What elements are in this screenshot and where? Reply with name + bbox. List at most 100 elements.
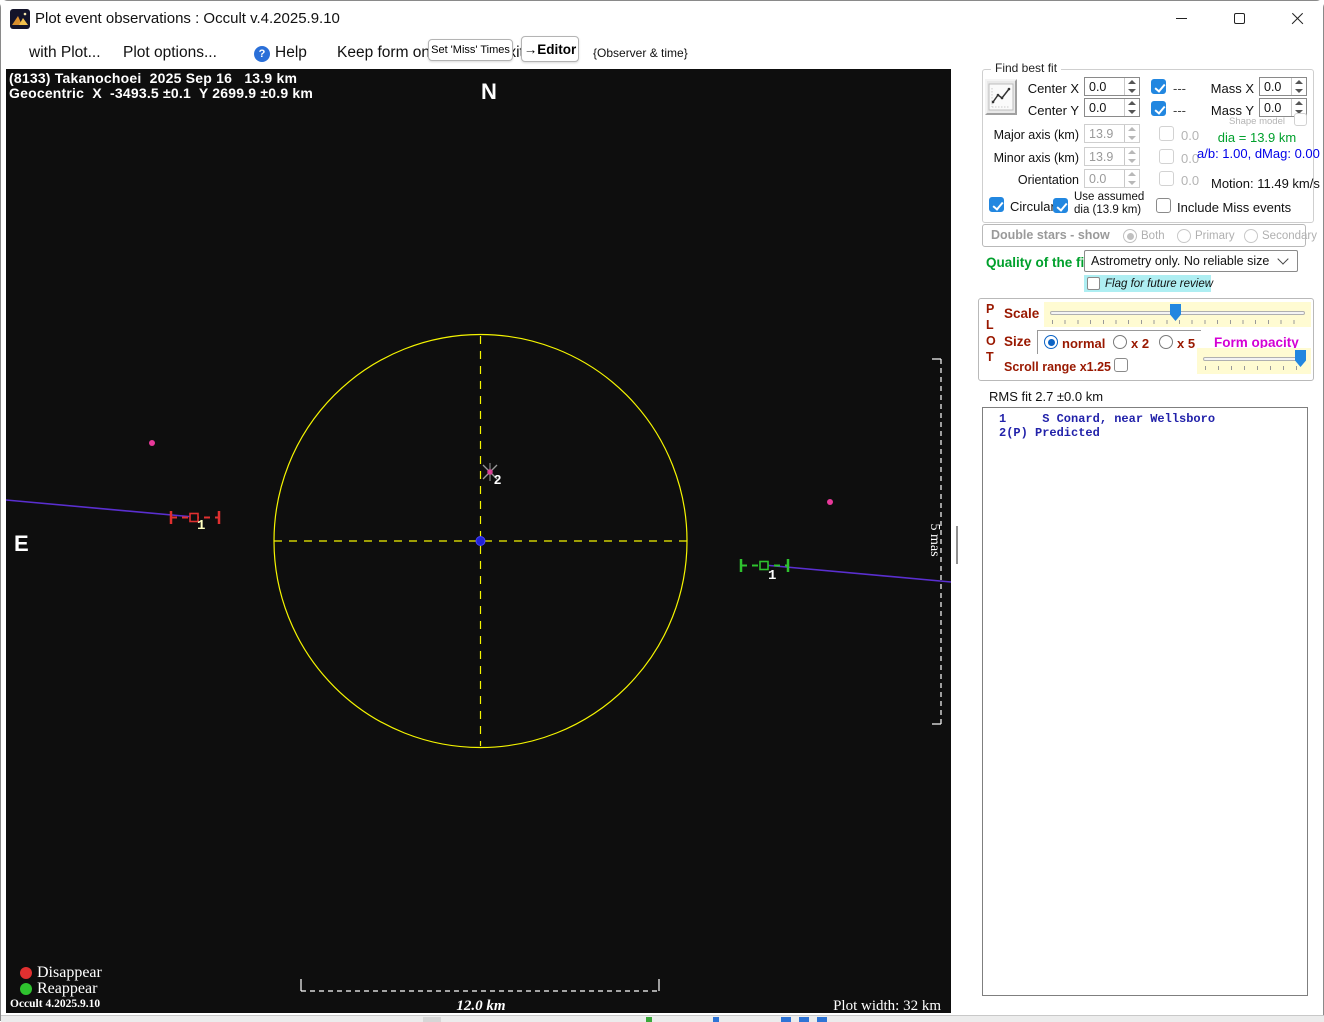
minimize-button[interactable] <box>1158 2 1204 35</box>
title-bar: Plot event observations : Occult v.4.202… <box>1 1 1323 37</box>
center-y-value[interactable]: 0.0 <box>1085 99 1124 116</box>
major-axis-fit-checkbox[interactable] <box>1159 126 1174 141</box>
mass-y-value[interactable]: 0.0 <box>1260 99 1291 116</box>
use-assumed-label-line2: dia (13.9 km) <box>1074 203 1142 216</box>
editor-button[interactable]: →Editor <box>521 36 579 62</box>
close-button[interactable] <box>1274 2 1320 35</box>
scale-label: Scale <box>1004 306 1040 321</box>
reappear-legend-dot <box>20 983 32 995</box>
orientation-spin-buttons[interactable] <box>1124 170 1139 187</box>
use-assumed-dia-checkbox[interactable] <box>1053 198 1068 213</box>
center-y-fit-checkbox[interactable] <box>1151 101 1166 116</box>
km-scale-bracket <box>300 979 660 992</box>
plot-letter-l: L <box>986 318 994 332</box>
double-both-label: Both <box>1141 230 1165 242</box>
menu-plot-options[interactable]: Plot options... <box>123 44 217 62</box>
minor-axis-spin-buttons[interactable] <box>1124 148 1139 165</box>
size-label: Size <box>1004 334 1032 349</box>
form-opacity-slider[interactable] <box>1197 348 1311 374</box>
minor-axis-fit-checkbox[interactable] <box>1159 149 1174 164</box>
chord2-number-label: 1 <box>768 568 777 584</box>
include-miss-label: Include Miss events <box>1177 200 1292 215</box>
double-secondary-radio[interactable] <box>1244 229 1258 243</box>
observation-row-1[interactable]: 1 S Conard, near Wellsboro <box>999 412 1215 426</box>
double-primary-label: Primary <box>1195 230 1235 242</box>
scale-slider-thumb[interactable] <box>1170 304 1181 321</box>
form-opacity-slider-track[interactable] <box>1203 357 1305 361</box>
taskbar-item[interactable] <box>817 1017 827 1022</box>
flag-review-label: Flag for future review <box>1105 278 1214 290</box>
chevron-down-icon <box>1277 253 1289 265</box>
double-stars-legend: Double stars - show <box>991 228 1110 242</box>
center-x-value[interactable]: 0.0 <box>1085 78 1124 95</box>
plot-letter-o: O <box>986 334 996 348</box>
size-normal-radio[interactable] <box>1044 335 1058 349</box>
diameter-text: dia = 13.9 km <box>1217 130 1297 145</box>
minor-axis-value[interactable]: 13.9 <box>1085 148 1124 165</box>
taskbar-item[interactable] <box>423 1017 441 1022</box>
double-secondary-label: Secondary <box>1262 230 1317 242</box>
plot-width-label: Plot width: 32 km <box>833 998 941 1014</box>
size-x5-label: x 5 <box>1177 336 1196 351</box>
reappear-legend-label: Reappear <box>37 980 98 997</box>
minor-axis-input[interactable]: 13.9 <box>1084 147 1140 166</box>
menu-help[interactable]: Help <box>275 44 307 62</box>
km-scale-label: 12.0 km <box>456 998 506 1014</box>
plot-canvas[interactable]: (8133) Takanochoei 2025 Sep 16 13.9 km G… <box>5 69 952 1014</box>
close-icon <box>1291 12 1304 25</box>
major-axis-input[interactable]: 13.9 <box>1084 124 1140 143</box>
taskbar-item[interactable] <box>646 1017 652 1022</box>
set-miss-times-button[interactable]: Set 'Miss' Times <box>428 39 513 61</box>
orientation-flag: 0.0 <box>1181 173 1200 188</box>
major-axis-value[interactable]: 13.9 <box>1085 125 1124 142</box>
mass-x-input[interactable]: 0.0 <box>1259 77 1307 96</box>
maximize-button[interactable] <box>1216 2 1262 35</box>
circular-checkbox[interactable] <box>989 197 1004 212</box>
circular-label: Circular <box>1010 199 1055 214</box>
size-x5-radio[interactable] <box>1159 335 1173 349</box>
orientation-input[interactable]: 0.0 <box>1084 169 1140 188</box>
shape-model-checkbox[interactable] <box>1294 113 1307 126</box>
quality-dropdown[interactable]: Astrometry only. No reliable size <box>1084 250 1298 272</box>
scale-slider[interactable] <box>1044 302 1311 327</box>
flag-review-checkbox[interactable] <box>1087 277 1100 290</box>
double-both-radio[interactable] <box>1123 229 1137 243</box>
center-y-input[interactable]: 0.0 <box>1084 98 1140 117</box>
window-title: Plot event observations : Occult v.4.202… <box>35 10 340 27</box>
mass-x-value[interactable]: 0.0 <box>1260 78 1291 95</box>
double-primary-radio[interactable] <box>1177 229 1191 243</box>
taskbar-item[interactable] <box>781 1017 791 1022</box>
taskbar-item[interactable] <box>799 1017 809 1022</box>
center-x-fit-checkbox[interactable] <box>1151 79 1166 94</box>
center-x-flag: --- <box>1173 81 1186 96</box>
plot-scrollbar-thumb[interactable] <box>956 526 958 564</box>
asteroid-circle <box>273 333 688 749</box>
scroll-range-checkbox[interactable] <box>1114 358 1128 372</box>
taskbar-item[interactable] <box>713 1017 719 1022</box>
major-axis-flag: 0.0 <box>1181 128 1200 143</box>
form-opacity-slider-thumb[interactable] <box>1295 350 1306 367</box>
plot-letter-t: T <box>986 350 994 364</box>
orientation-value[interactable]: 0.0 <box>1085 170 1124 187</box>
plot-title-line1: (8133) Takanochoei 2025 Sep 16 13.9 km <box>9 70 298 86</box>
include-miss-checkbox[interactable] <box>1156 198 1171 213</box>
app-window: Plot event observations : Occult v.4.202… <box>0 0 1324 1022</box>
orientation-fit-checkbox[interactable] <box>1159 171 1174 186</box>
size-normal-label: normal <box>1062 336 1106 351</box>
size-x2-radio[interactable] <box>1113 335 1127 349</box>
rms-fit-label: RMS fit 2.7 ±0.0 km <box>989 389 1104 404</box>
use-assumed-label-line1: Use assumed <box>1074 191 1145 203</box>
observations-listbox[interactable]: 1 S Conard, near Wellsboro 2(P) Predicte… <box>982 407 1308 996</box>
plot-graphics <box>5 333 952 992</box>
menu-with-plot[interactable]: with Plot... <box>29 44 101 62</box>
center-x-spin-buttons[interactable] <box>1124 78 1139 95</box>
center-y-spin-buttons[interactable] <box>1124 99 1139 116</box>
quality-dropdown-value: Astrometry only. No reliable size <box>1091 254 1270 268</box>
center-y-label: Center Y <box>1027 103 1079 118</box>
mass-x-spin-buttons[interactable] <box>1291 78 1306 95</box>
major-axis-spin-buttons[interactable] <box>1124 125 1139 142</box>
disappear-chord-marker <box>169 511 221 524</box>
mass-x-label: Mass X <box>1210 81 1254 96</box>
observation-row-2[interactable]: 2(P) Predicted <box>999 426 1100 440</box>
center-x-input[interactable]: 0.0 <box>1084 77 1140 96</box>
